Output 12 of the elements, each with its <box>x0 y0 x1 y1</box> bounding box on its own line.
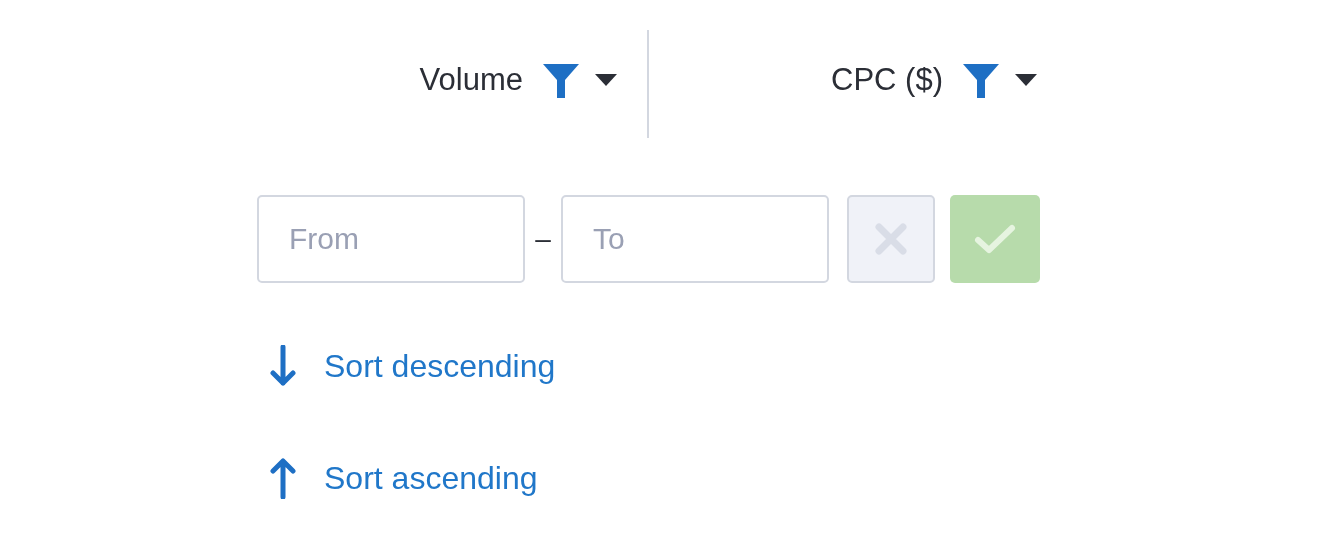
arrow-down-icon[interactable] <box>270 345 296 387</box>
range-separator: – <box>534 223 552 255</box>
caret-icon[interactable] <box>1015 74 1037 86</box>
sort-link[interactable]: Sort ascending <box>324 459 538 497</box>
sort-link[interactable]: Sort descending <box>324 347 556 385</box>
to-field[interactable]: To <box>561 195 829 283</box>
column-header[interactable]: CPC ($) <box>831 62 943 98</box>
from-field[interactable]: From <box>257 195 525 283</box>
check-icon <box>973 223 1017 255</box>
arrow-up-icon[interactable] <box>270 457 296 499</box>
caret-icon[interactable] <box>595 74 617 86</box>
column-header[interactable]: Volume <box>419 62 523 98</box>
